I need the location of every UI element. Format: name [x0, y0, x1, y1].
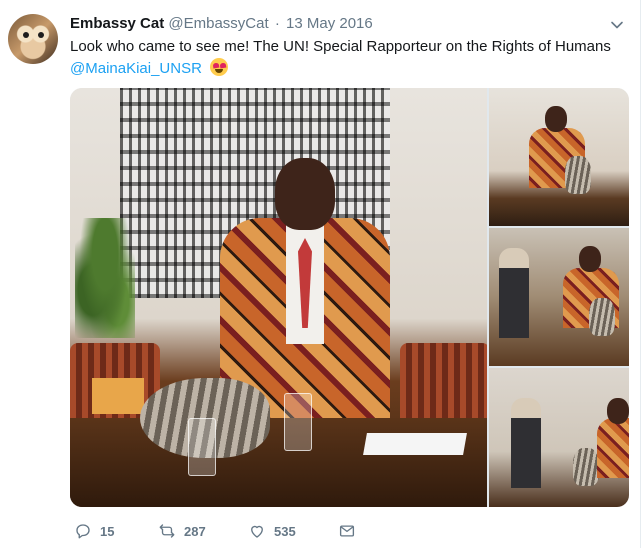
author-name[interactable]: Embassy Cat	[70, 15, 164, 32]
notepad	[92, 378, 144, 414]
man-head	[579, 246, 601, 272]
man-head	[607, 398, 629, 424]
tweet-header: Embassy Cat @EmbassyCat · 13 May 2016	[70, 14, 373, 34]
papers	[363, 433, 467, 455]
retweet-count: 287	[184, 523, 206, 539]
retweet-icon	[159, 524, 175, 538]
water-glass	[284, 393, 312, 451]
heart-eyes-emoji-icon	[210, 58, 229, 76]
avatar-eye	[23, 32, 29, 38]
direct-message-button[interactable]	[338, 520, 356, 542]
plant	[75, 218, 135, 338]
cat	[589, 298, 615, 336]
thumb-photo-3[interactable]	[489, 368, 629, 507]
mention-link[interactable]: @MainaKiai_UNSR	[70, 60, 202, 77]
thumb-photo-2[interactable]	[489, 228, 629, 366]
reply-button[interactable]: 15	[74, 520, 114, 542]
tweet-body: Look who came to see me! The UN! Special…	[70, 38, 611, 55]
cat	[573, 448, 599, 486]
reply-icon	[76, 524, 90, 539]
man-in-robe	[597, 418, 629, 478]
table	[70, 418, 487, 507]
thumb-photo-1[interactable]	[489, 88, 629, 226]
like-button[interactable]: 535	[248, 520, 296, 542]
man-in-suit	[511, 398, 541, 488]
like-count: 535	[274, 523, 296, 539]
envelope-icon	[339, 525, 355, 537]
main-photo[interactable]	[70, 88, 487, 507]
man-head	[545, 106, 567, 132]
heart-icon	[251, 525, 263, 538]
avatar[interactable]	[8, 14, 58, 64]
reply-count: 15	[100, 523, 115, 539]
water-glass	[188, 418, 216, 476]
retweet-button[interactable]: 287	[158, 520, 206, 542]
cat	[565, 156, 591, 194]
separator-dot: ·	[274, 15, 280, 32]
tweet-actions: 15 287 535	[70, 520, 370, 542]
tweet-date[interactable]: 13 May 2016	[286, 15, 373, 32]
man-in-suit	[499, 248, 529, 338]
media-grid	[70, 88, 629, 507]
author-handle[interactable]: @EmbassyCat	[168, 15, 268, 32]
tweet-text: Look who came to see me! The UN! Special…	[70, 36, 630, 80]
avatar-eye	[38, 32, 44, 38]
chevron-down-icon[interactable]	[610, 18, 624, 32]
tweet-card[interactable]: Embassy Cat @EmbassyCat · 13 May 2016 Lo…	[0, 0, 641, 548]
